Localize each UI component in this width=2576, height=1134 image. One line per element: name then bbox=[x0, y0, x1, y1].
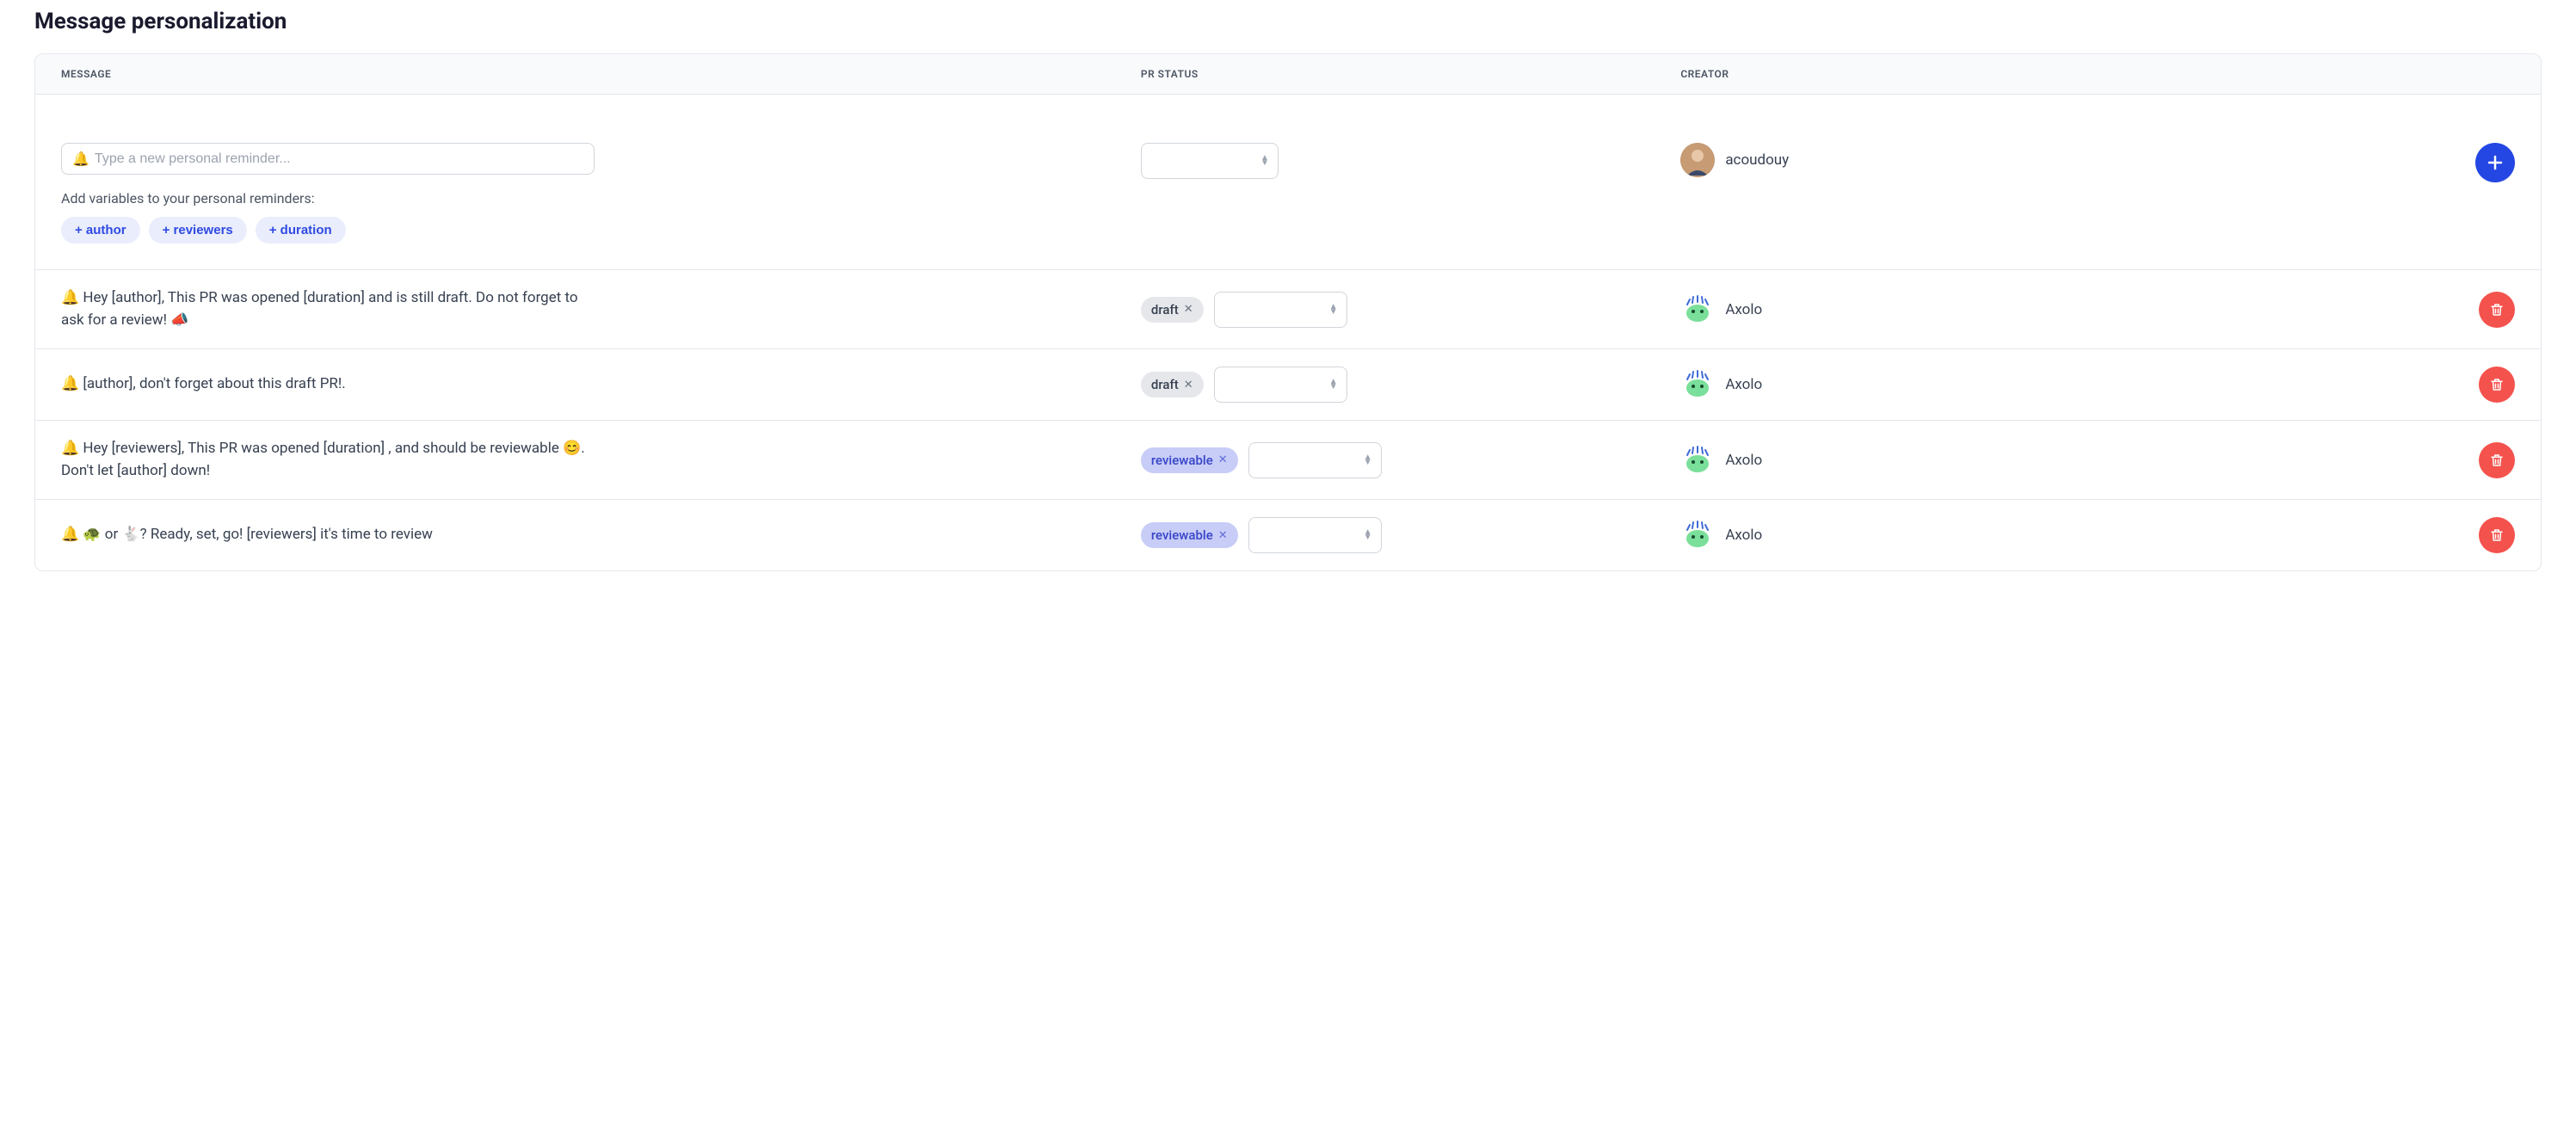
table-row: 🔔 [author], don't forget about this draf… bbox=[35, 349, 2541, 421]
chevron-updown-icon: ▲▼ bbox=[1364, 455, 1372, 465]
delete-reminder-button[interactable] bbox=[2479, 517, 2515, 553]
pr-status-select[interactable]: ▲▼ bbox=[1214, 292, 1347, 328]
reminder-message: 🔔 Hey [reviewers], This PR was opened [d… bbox=[61, 438, 595, 482]
add-author-variable-button[interactable]: + author bbox=[61, 217, 140, 243]
delete-reminder-button[interactable] bbox=[2479, 292, 2515, 328]
page-title: Message personalization bbox=[34, 9, 2542, 34]
creator-name: acoudouy bbox=[1725, 151, 1789, 169]
add-reviewers-variable-button[interactable]: + reviewers bbox=[149, 217, 247, 243]
trash-icon bbox=[2489, 377, 2505, 392]
compose-row: 🔔 Add variables to your personal reminde… bbox=[35, 95, 2541, 270]
trash-icon bbox=[2489, 453, 2505, 468]
trash-icon bbox=[2489, 302, 2505, 317]
reminder-message: 🔔 Hey [author], This PR was opened [dura… bbox=[61, 287, 595, 331]
delete-reminder-button[interactable] bbox=[2479, 367, 2515, 403]
pr-status-select[interactable]: ▲▼ bbox=[1248, 442, 1382, 478]
remove-tag-icon[interactable]: ✕ bbox=[1184, 379, 1193, 391]
creator-name: Axolo bbox=[1725, 376, 1762, 393]
personalization-table: MESSAGE PR STATUS CREATOR 🔔 Add variable… bbox=[34, 53, 2542, 571]
reminder-input-wrapper[interactable]: 🔔 bbox=[61, 143, 595, 175]
reminder-message: 🔔 [author], don't forget about this draf… bbox=[61, 373, 595, 396]
pr-status-select[interactable]: ▲▼ bbox=[1248, 517, 1382, 553]
status-tag: draft ✕ bbox=[1141, 297, 1204, 323]
reminder-message: 🔔 🐢 or 🐇? Ready, set, go! [reviewers] it… bbox=[61, 524, 595, 546]
creator-name: Axolo bbox=[1725, 452, 1762, 469]
column-header-creator: CREATOR bbox=[1680, 68, 2319, 80]
avatar bbox=[1680, 518, 1715, 552]
bell-icon: 🔔 bbox=[72, 151, 89, 167]
table-row: 🔔 Hey [reviewers], This PR was opened [d… bbox=[35, 421, 2541, 500]
status-tag: draft ✕ bbox=[1141, 372, 1204, 398]
variables-helper-text: Add variables to your personal reminders… bbox=[61, 190, 1141, 206]
column-header-pr-status: PR STATUS bbox=[1141, 68, 1680, 80]
table-row: 🔔 🐢 or 🐇? Ready, set, go! [reviewers] it… bbox=[35, 500, 2541, 570]
creator-name: Axolo bbox=[1725, 527, 1762, 544]
column-header-message: MESSAGE bbox=[61, 68, 1141, 80]
add-reminder-button[interactable] bbox=[2475, 143, 2515, 182]
chevron-updown-icon: ▲▼ bbox=[1364, 530, 1372, 540]
avatar bbox=[1680, 443, 1715, 478]
reminder-input[interactable] bbox=[95, 151, 583, 167]
avatar bbox=[1680, 143, 1715, 177]
remove-tag-icon[interactable]: ✕ bbox=[1184, 303, 1193, 316]
avatar bbox=[1680, 293, 1715, 327]
delete-reminder-button[interactable] bbox=[2479, 442, 2515, 478]
remove-tag-icon[interactable]: ✕ bbox=[1218, 529, 1228, 542]
status-tag: reviewable ✕ bbox=[1141, 447, 1238, 473]
creator-name: Axolo bbox=[1725, 301, 1762, 318]
chevron-updown-icon: ▲▼ bbox=[1260, 156, 1269, 166]
chevron-updown-icon: ▲▼ bbox=[1329, 379, 1338, 390]
pr-status-select[interactable]: ▲▼ bbox=[1214, 367, 1347, 403]
remove-tag-icon[interactable]: ✕ bbox=[1218, 453, 1228, 466]
chevron-updown-icon: ▲▼ bbox=[1329, 305, 1338, 315]
trash-icon bbox=[2489, 527, 2505, 543]
compose-pr-status-select[interactable]: ▲▼ bbox=[1141, 143, 1279, 179]
table-header: MESSAGE PR STATUS CREATOR bbox=[35, 54, 2541, 95]
avatar bbox=[1680, 367, 1715, 402]
plus-icon bbox=[2487, 154, 2504, 171]
status-tag: reviewable ✕ bbox=[1141, 522, 1238, 548]
table-row: 🔔 Hey [author], This PR was opened [dura… bbox=[35, 270, 2541, 349]
add-duration-variable-button[interactable]: + duration bbox=[256, 217, 346, 243]
